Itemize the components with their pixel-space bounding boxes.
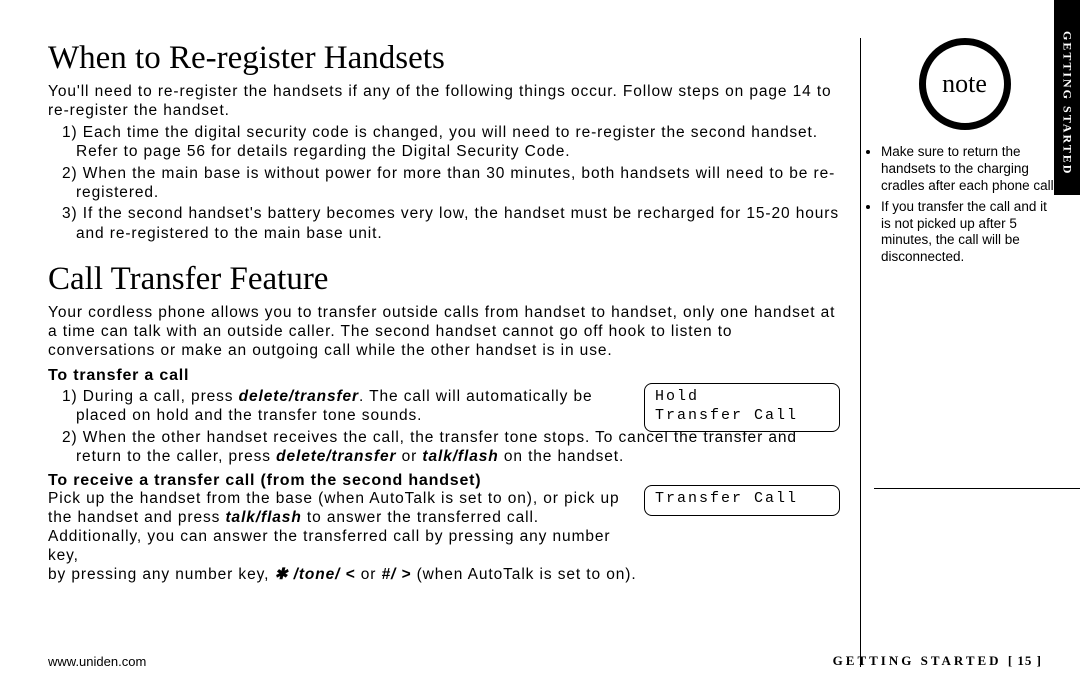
- intro-transfer: Your cordless phone allows you to transf…: [48, 304, 840, 361]
- page: When to Re-register Handsets You'll need…: [0, 0, 1080, 687]
- key-label: #/ >: [382, 566, 412, 583]
- main-column: When to Re-register Handsets You'll need…: [48, 38, 860, 667]
- intro-reregister: You'll need to re-register the handsets …: [48, 83, 840, 121]
- key-label: delete/transfer: [239, 388, 359, 405]
- key-label: delete/transfer: [276, 448, 396, 465]
- text: by pressing any number key,: [48, 566, 275, 583]
- heading-transfer: Call Transfer Feature: [48, 261, 840, 298]
- note-icon: note: [919, 38, 1011, 130]
- note-item: If you transfer the call and it is not p…: [881, 199, 1060, 267]
- list-item: 2) When the other handset receives the c…: [62, 428, 840, 467]
- list-item: 2) When the main base is without power f…: [62, 164, 840, 203]
- side-column: GETTING STARTED note Make sure to return…: [860, 38, 1060, 667]
- note-list: Make sure to return the handsets to the …: [869, 144, 1060, 266]
- key-label: talk/flash: [422, 448, 498, 465]
- page-number: [ 15 ]: [1008, 653, 1042, 668]
- lcd-display-transfer: Transfer Call: [644, 485, 840, 516]
- footer-section: GETTING STARTED [ 15 ]: [833, 653, 1042, 669]
- transfer-section: To transfer a call 1) During a call, pre…: [48, 367, 840, 585]
- footer-section-label: GETTING STARTED: [833, 653, 1002, 668]
- footer-url: www.uniden.com: [48, 654, 146, 669]
- text: or: [356, 566, 382, 583]
- key-label: talk/flash: [226, 509, 302, 526]
- text: or: [396, 448, 422, 465]
- section-tab: GETTING STARTED: [1054, 0, 1080, 195]
- lcd-display-hold: Hold Transfer Call: [644, 383, 840, 433]
- divider: [874, 488, 1080, 489]
- heading-reregister: When to Re-register Handsets: [48, 40, 840, 77]
- text: (when AutoTalk is set to on).: [411, 566, 636, 583]
- text: on the handset.: [499, 448, 625, 465]
- key-label: ✱ /tone/ <: [275, 566, 356, 583]
- list-item: 1) Each time the digital security code i…: [62, 123, 840, 162]
- list-reregister: 1) Each time the digital security code i…: [48, 123, 840, 243]
- note-item: Make sure to return the handsets to the …: [881, 144, 1060, 195]
- text: 1) During a call, press: [62, 388, 239, 405]
- list-item: 3) If the second handset's battery becom…: [62, 204, 840, 243]
